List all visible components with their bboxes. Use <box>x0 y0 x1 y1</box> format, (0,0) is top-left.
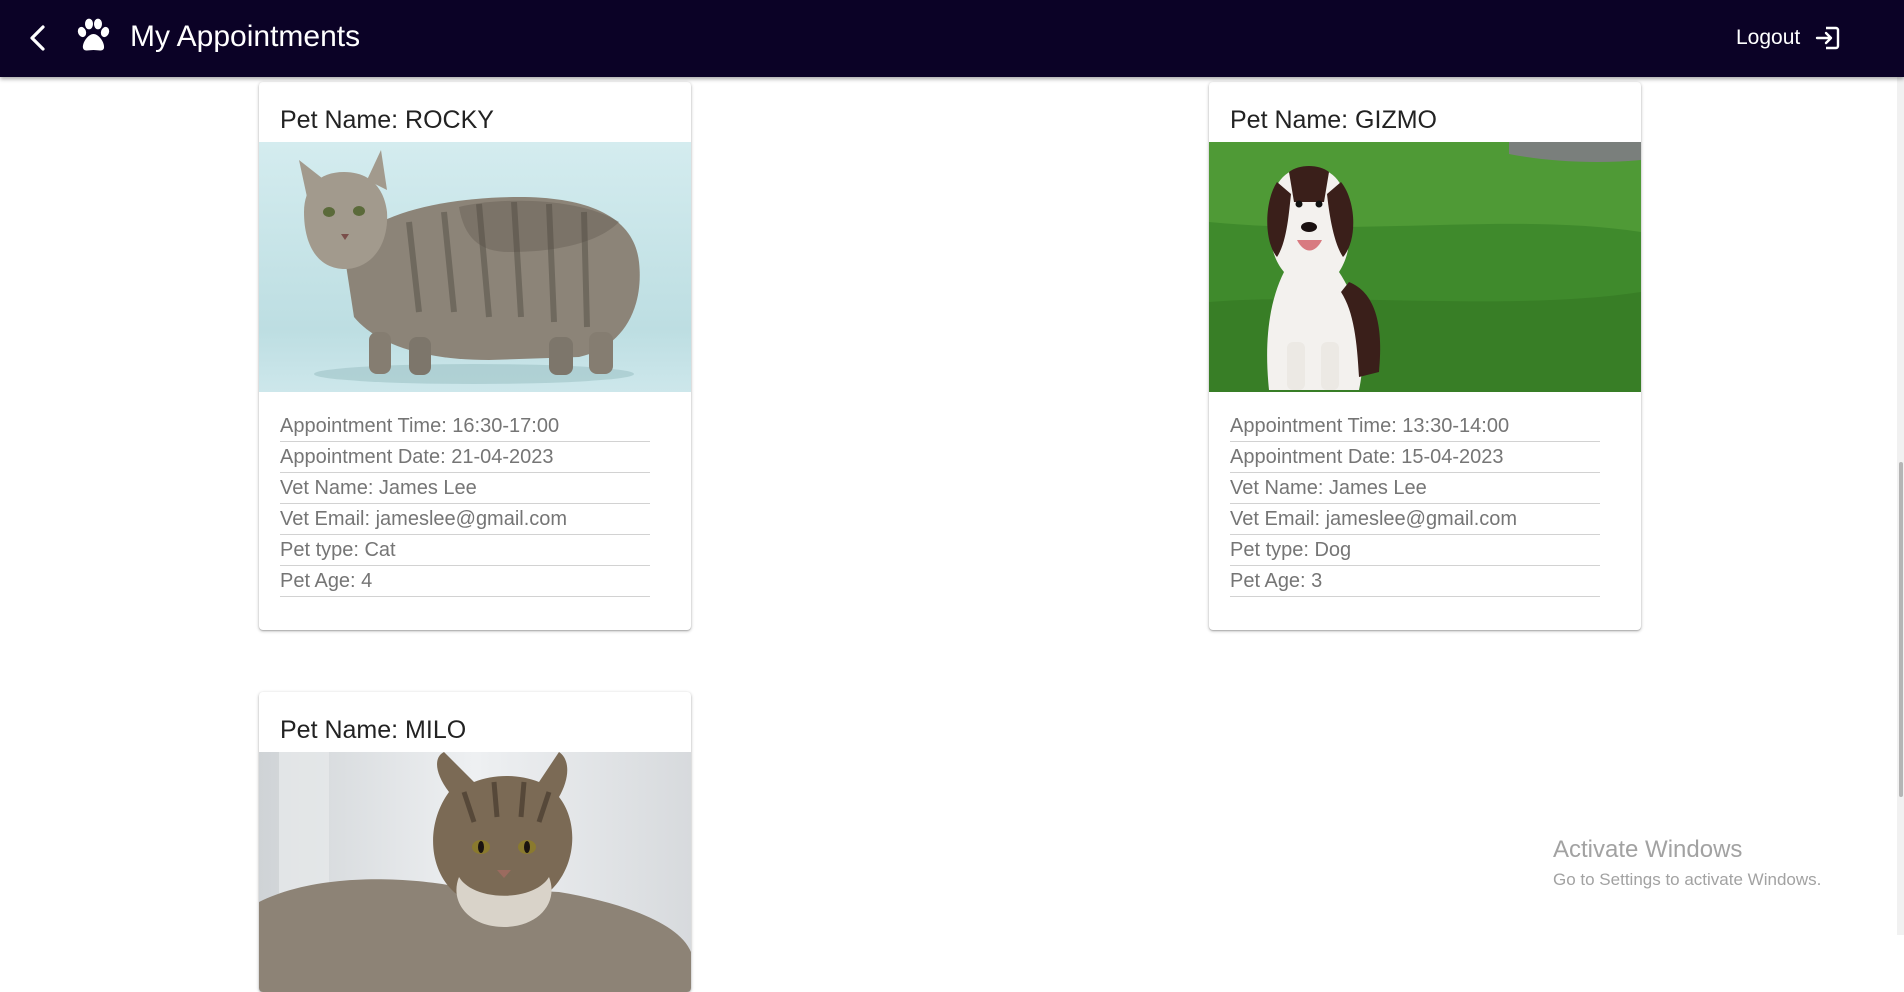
pet-age: Pet Age: 4 <box>280 566 650 597</box>
appointment-time: Appointment Time: 13:30-14:00 <box>1230 411 1600 442</box>
appointment-card-gizmo: Pet Name: GIZMO Appointment Time: 13:30-… <box>1209 82 1641 630</box>
appointment-date: Appointment Date: 15-04-2023 <box>1230 442 1600 473</box>
scrollbar-thumb[interactable] <box>1899 462 1903 797</box>
pet-type: Pet type: Dog <box>1230 535 1600 566</box>
appointment-time: Appointment Time: 16:30-17:00 <box>280 411 650 442</box>
logout-icon <box>1816 26 1840 50</box>
pet-type: Pet type: Cat <box>280 535 650 566</box>
logout-button[interactable]: Logout <box>1736 20 1842 56</box>
appointment-details: Appointment Time: 16:30-17:00 Appointmen… <box>280 411 650 597</box>
vet-name: Vet Name: James Lee <box>1230 473 1600 504</box>
app-bar: My Appointments Logout <box>0 0 1904 77</box>
pet-photo-dog <box>1209 142 1641 392</box>
logout-label: Logout <box>1736 26 1801 49</box>
appointment-date: Appointment Date: 21-04-2023 <box>280 442 650 473</box>
appointment-card-milo: Pet Name: MILO <box>259 692 691 992</box>
appointment-card-rocky: Pet Name: ROCKY Appointment Time: 16:30-… <box>259 82 691 630</box>
watermark-title: Activate Windows <box>1553 836 1743 863</box>
back-arrow-icon[interactable] <box>22 22 54 54</box>
appointment-details: Appointment Time: 13:30-14:00 Appointmen… <box>1230 411 1600 597</box>
pet-name-title: Pet Name: GIZMO <box>1230 106 1437 134</box>
windows-activation-watermark: Activate Windows Go to Settings to activ… <box>1553 836 1821 890</box>
vet-name: Vet Name: James Lee <box>280 473 650 504</box>
watermark-subtitle: Go to Settings to activate Windows. <box>1553 870 1822 889</box>
vet-email: Vet Email: jameslee@gmail.com <box>280 504 650 535</box>
pet-name-title: Pet Name: ROCKY <box>280 106 494 134</box>
pet-name-title: Pet Name: MILO <box>280 716 467 744</box>
vet-email: Vet Email: jameslee@gmail.com <box>1230 504 1600 535</box>
paw-icon <box>77 18 110 51</box>
pet-age: Pet Age: 3 <box>1230 566 1600 597</box>
pet-photo-cat <box>259 142 691 392</box>
pet-photo-cat <box>259 752 691 992</box>
page-title: My Appointments <box>130 20 361 53</box>
